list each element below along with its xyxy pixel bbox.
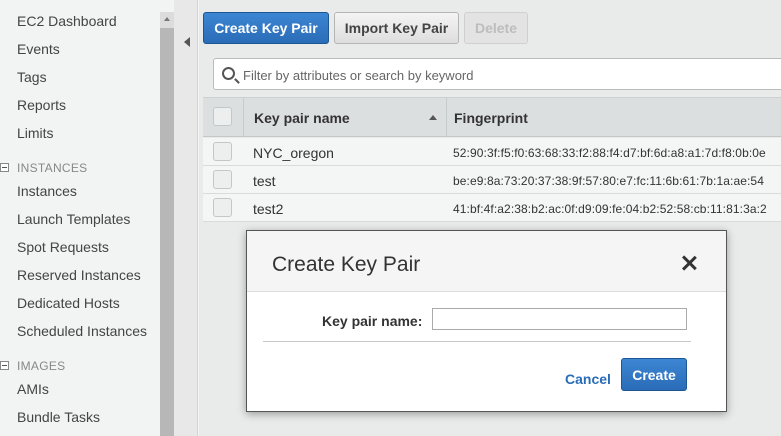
- create-key-pair-button[interactable]: Create Key Pair: [203, 12, 329, 44]
- column-header-fingerprint[interactable]: Fingerprint: [454, 110, 528, 126]
- dialog-title: Create Key Pair: [272, 253, 421, 276]
- fingerprint-cell: 41:bf:4f:a2:38:b2:ac:0f:d9:09:fe:04:b2:5…: [453, 202, 767, 216]
- sidebar-item-scheduled-instances[interactable]: Scheduled Instances: [17, 323, 147, 339]
- sidebar-item-tags[interactable]: Tags: [17, 69, 47, 85]
- sidebar-item-reports[interactable]: Reports: [17, 97, 66, 113]
- row-checkbox[interactable]: [213, 170, 232, 189]
- search-input[interactable]: Filter by attributes or search by keywor…: [213, 58, 781, 90]
- key-pair-name-label: Key pair name:: [322, 313, 423, 329]
- column-divider: [446, 98, 447, 136]
- sidebar-item-launch-templates[interactable]: Launch Templates: [17, 211, 130, 227]
- key-pair-name-cell: test: [253, 173, 276, 189]
- delete-button: Delete: [464, 12, 528, 44]
- fingerprint-cell: be:e9:8a:73:20:37:38:9f:57:80:e7:fc:11:6…: [453, 174, 764, 188]
- sidebar-divider: [174, 0, 198, 436]
- key-pair-name-input[interactable]: [432, 308, 687, 330]
- column-divider: [243, 98, 244, 136]
- sidebar: EC2 Dashboard Events Tags Reports Limits…: [0, 0, 160, 436]
- sidebar-item-instances[interactable]: Instances: [17, 183, 77, 199]
- section-images-label: IMAGES: [17, 359, 66, 373]
- sidebar-scrollbar-thumb[interactable]: [160, 28, 174, 436]
- select-all-checkbox[interactable]: [213, 107, 232, 126]
- scroll-up-arrow-icon[interactable]: [160, 12, 174, 28]
- import-key-pair-button[interactable]: Import Key Pair: [334, 12, 459, 44]
- dialog-header: Create Key Pair: [247, 231, 726, 292]
- row-checkbox[interactable]: [213, 142, 232, 161]
- sidebar-item-bundle-tasks[interactable]: Bundle Tasks: [17, 409, 100, 425]
- cancel-button[interactable]: Cancel: [565, 371, 611, 387]
- fingerprint-cell: 52:90:3f:f5:f0:63:68:33:f2:88:f4:d7:bf:6…: [453, 146, 766, 160]
- create-key-pair-dialog: Create Key Pair Key pair name: Cancel Cr…: [246, 230, 727, 412]
- table-row[interactable]: NYC_oregon 52:90:3f:f5:f0:63:68:33:f2:88…: [203, 138, 781, 166]
- key-pair-name-cell: test2: [253, 201, 284, 217]
- sidebar-item-spot-requests[interactable]: Spot Requests: [17, 239, 109, 255]
- dialog-divider: [263, 341, 691, 342]
- key-pair-name-cell: NYC_oregon: [253, 145, 334, 161]
- table-row[interactable]: test2 41:bf:4f:a2:38:b2:ac:0f:d9:09:fe:0…: [203, 194, 781, 222]
- search-placeholder: Filter by attributes or search by keywor…: [243, 68, 474, 83]
- row-checkbox[interactable]: [213, 198, 232, 217]
- sidebar-item-limits[interactable]: Limits: [17, 125, 54, 141]
- sidebar-item-ec2-dashboard[interactable]: EC2 Dashboard: [17, 13, 117, 29]
- create-button[interactable]: Create: [621, 358, 687, 391]
- close-icon[interactable]: [679, 254, 699, 274]
- sidebar-item-reserved-instances[interactable]: Reserved Instances: [17, 267, 141, 283]
- search-icon: [222, 67, 235, 80]
- sidebar-item-dedicated-hosts[interactable]: Dedicated Hosts: [17, 295, 120, 311]
- sort-ascending-icon[interactable]: [429, 115, 437, 120]
- column-header-key-pair-name[interactable]: Key pair name: [254, 110, 350, 126]
- collapse-sidebar-arrow-icon[interactable]: [184, 37, 190, 47]
- collapse-minus-icon[interactable]: [0, 163, 9, 172]
- section-instances-label: INSTANCES: [17, 161, 88, 175]
- collapse-minus-icon[interactable]: [0, 361, 9, 370]
- sidebar-item-events[interactable]: Events: [17, 41, 60, 57]
- table-header: Key pair name Fingerprint: [203, 97, 781, 137]
- table-row[interactable]: test be:e9:8a:73:20:37:38:9f:57:80:e7:fc…: [203, 166, 781, 194]
- sidebar-item-amis[interactable]: AMIs: [17, 381, 49, 397]
